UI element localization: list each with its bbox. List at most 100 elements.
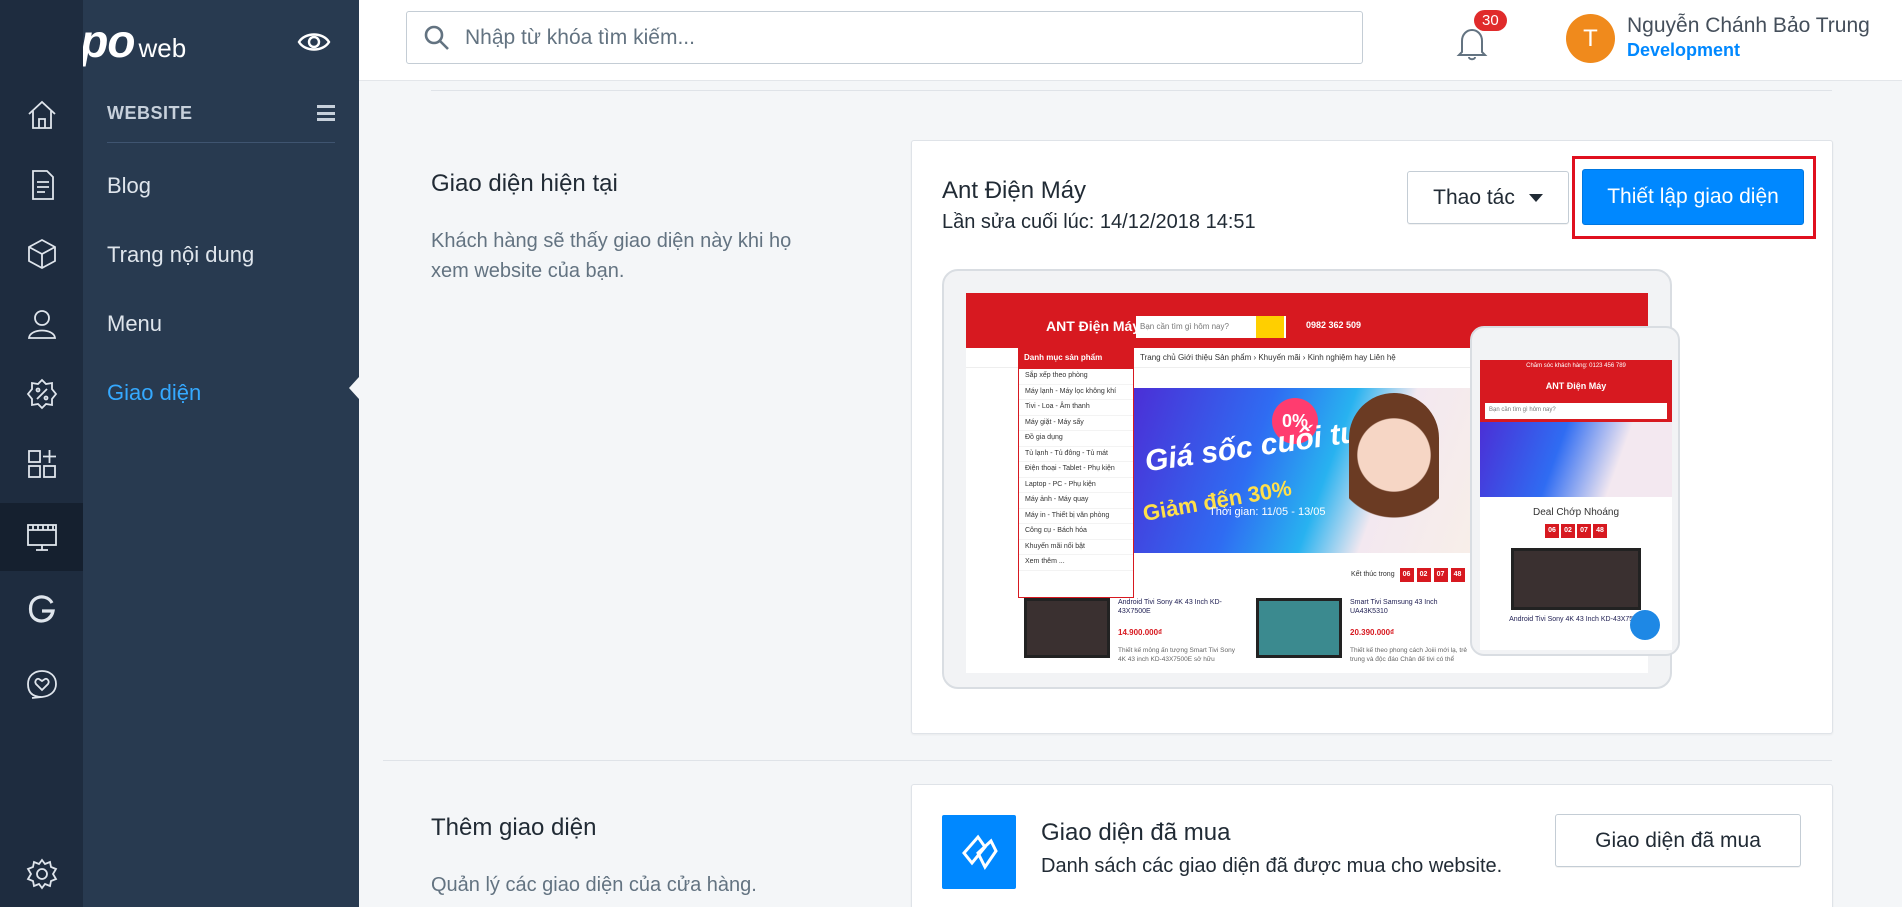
- list-item: Điện thoại - Tablet - Phụ kiện: [1019, 462, 1133, 478]
- current-theme-card: Ant Điện Máy Lần sửa cuối lúc: 14/12/201…: [911, 140, 1833, 734]
- preview-hotline: 0982 362 509: [1306, 320, 1362, 330]
- product-desc: Thiết kế mỏng ấn tượng Smart Tivi Sony 4…: [1118, 647, 1235, 663]
- theme-name: Ant Điện Máy: [942, 177, 1087, 204]
- preview-banner: 0% Giá sốc cuối tuần Giảm đến 30% Thời g…: [1134, 388, 1480, 553]
- top-bar: 30 T Nguyễn Chánh Bảo Trung Development: [359, 0, 1902, 81]
- subnav-item-themes[interactable]: Giao diện: [107, 380, 201, 406]
- product-desc: Thiết kế theo phong cách Joiii mới lạ, t…: [1350, 647, 1467, 663]
- list-item: Máy in - Thiết bị văn phòng: [1019, 509, 1133, 524]
- website-subnav: WEBSITE Blog Trang nội dung Menu Giao di…: [83, 81, 359, 907]
- product-title: Android Tivi Sony 4K 43 Inch KD-43X7500E: [1118, 599, 1222, 615]
- list-item: Máy ảnh - Máy quay: [1019, 493, 1133, 509]
- user-name[interactable]: Nguyễn Chánh Bảo Trung: [1627, 14, 1870, 38]
- list-item: Tivi - Loa - Âm thanh: [1019, 400, 1133, 416]
- subnav-heading: WEBSITE: [107, 103, 193, 123]
- bought-themes-card: Giao diện đã mua Danh sách các giao diện…: [911, 784, 1833, 907]
- promotions-icon[interactable]: [0, 360, 83, 428]
- product-price: 20.390.000₫: [1350, 628, 1395, 637]
- icon-rail: [0, 0, 83, 907]
- list-item: Laptop - PC - Phụ kiện: [1019, 478, 1133, 493]
- list-item: Máy giặt - Máy sấy: [1019, 416, 1133, 431]
- product-image: [1256, 598, 1342, 658]
- preview-category-button: Danh mục sản phẩm: [1018, 348, 1134, 368]
- search-input[interactable]: [465, 25, 1345, 50]
- current-theme-description: Khách hàng sẽ thấy giao diện này khi họ …: [431, 230, 792, 282]
- product-image: [1024, 598, 1110, 658]
- hamburger-menu-icon[interactable]: [317, 105, 335, 121]
- notification-count-badge: 30: [1474, 10, 1507, 31]
- mobile-preview-screen: Chăm sóc khách hàng: 0123 456 789 ANT Đi…: [1480, 360, 1672, 650]
- bought-themes-button[interactable]: Giao diện đã mua: [1555, 814, 1801, 867]
- active-pointer: [349, 377, 359, 399]
- apps-icon[interactable]: [0, 430, 83, 498]
- preview-logo: ANT Điện Máy: [1046, 318, 1141, 334]
- mobile-countdown: 06 02 07 48: [1480, 524, 1672, 538]
- customers-icon[interactable]: [0, 290, 83, 358]
- countdown-digit: 02: [1416, 568, 1431, 582]
- user-role: Development: [1627, 40, 1741, 60]
- preview-countdown: Kết thúc trong 06 02 07 48: [1351, 568, 1465, 582]
- products-icon[interactable]: [0, 220, 83, 288]
- mobile-search-placeholder: Bạn cần tìm gì hôm nay?: [1485, 403, 1667, 419]
- setup-theme-button[interactable]: Thiết lập giao diện: [1582, 169, 1804, 225]
- list-item: Xem thêm ...: [1019, 555, 1133, 571]
- subnav-header: WEBSITE: [107, 103, 335, 143]
- section-divider: [383, 760, 1832, 761]
- product-title: Smart Tivi Samsung 43 Inch UA43K5310: [1350, 599, 1438, 615]
- banner-model-image: [1349, 393, 1439, 548]
- list-item: Đồ gia dụng: [1019, 431, 1133, 447]
- mobile-product-image: [1511, 548, 1641, 610]
- settings-icon[interactable]: [0, 840, 83, 907]
- list-item: Công cụ - Bách hóa: [1019, 524, 1133, 540]
- countdown-digit: 07: [1577, 524, 1591, 538]
- list-item: Sắp xếp theo phòng: [1019, 369, 1133, 385]
- orders-icon[interactable]: [0, 151, 83, 219]
- chat-bubble-icon: [1630, 610, 1660, 640]
- add-theme-description: Quản lý các giao diện của cửa hàng.: [431, 874, 757, 896]
- view-website-eye-icon[interactable]: [296, 24, 332, 60]
- countdown-digit: 02: [1561, 524, 1575, 538]
- top-divider: [431, 90, 1832, 91]
- list-item: Tủ lạnh - Tủ đông - Tủ mát: [1019, 447, 1133, 462]
- product-price: 14.900.000₫: [1118, 628, 1163, 637]
- home-icon[interactable]: [0, 81, 83, 149]
- preview-menu: Trang chủ Giới thiệu Sản phẩm › Khuyến m…: [1140, 353, 1396, 362]
- notifications-button[interactable]: 30: [1454, 10, 1507, 62]
- website-icon[interactable]: [0, 503, 83, 571]
- countdown-digit: 48: [1450, 568, 1465, 582]
- countdown-digit: 07: [1433, 568, 1448, 582]
- preview-category-list: Sắp xếp theo phòng Máy lạnh - Máy lọc kh…: [1018, 368, 1134, 598]
- banner-time: Thời gian: 11/05 - 13/05: [1209, 506, 1326, 518]
- preview-product-card: Smart Tivi Samsung 43 Inch UA43K5310 20.…: [1256, 598, 1476, 668]
- list-item: Khuyến mãi nổi bật: [1019, 540, 1133, 555]
- bought-themes-icon: [942, 815, 1016, 889]
- banner-discount: Giảm đến 30%: [1140, 475, 1294, 526]
- countdown-digit: 48: [1593, 524, 1607, 538]
- preview-top-strip: [966, 293, 1648, 306]
- mobile-preview: Chăm sóc khách hàng: 0123 456 789 ANT Đi…: [1470, 326, 1680, 656]
- countdown-digit: 06: [1545, 524, 1559, 538]
- bought-themes-title: Giao diện đã mua: [1041, 819, 1231, 846]
- current-theme-title: Giao diện hiện tại: [431, 170, 618, 197]
- countdown-digit: 06: [1399, 568, 1414, 582]
- actions-label: Thao tác: [1433, 185, 1515, 209]
- preview-search-button: [1256, 316, 1284, 338]
- add-theme-title: Thêm giao diện: [431, 814, 597, 841]
- list-item: Máy lạnh - Máy lọc không khí: [1019, 385, 1133, 400]
- subnav-item-blog[interactable]: Blog: [107, 173, 151, 199]
- avatar[interactable]: T: [1566, 14, 1615, 63]
- bought-themes-description: Danh sách các giao diện đã được mua cho …: [1041, 855, 1503, 877]
- actions-dropdown-button[interactable]: Thao tác: [1407, 171, 1569, 224]
- search-icon: [424, 25, 449, 50]
- google-icon[interactable]: [0, 575, 83, 643]
- mobile-search: Bạn cần tìm gì hôm nay?: [1480, 400, 1672, 422]
- theme-last-edit: Lần sửa cuối lúc: 14/12/2018 14:51: [942, 211, 1256, 233]
- mobile-banner: [1480, 422, 1672, 497]
- mobile-top-strip: Chăm sóc khách hàng: 0123 456 789: [1480, 360, 1672, 372]
- support-icon[interactable]: [0, 650, 83, 718]
- caret-down-icon: [1528, 193, 1543, 202]
- subnav-item-menu[interactable]: Menu: [107, 311, 162, 337]
- subnav-item-pages[interactable]: Trang nội dung: [107, 242, 254, 268]
- mobile-logo: ANT Điện Máy: [1480, 372, 1672, 400]
- logo-sub-text: web: [138, 32, 187, 63]
